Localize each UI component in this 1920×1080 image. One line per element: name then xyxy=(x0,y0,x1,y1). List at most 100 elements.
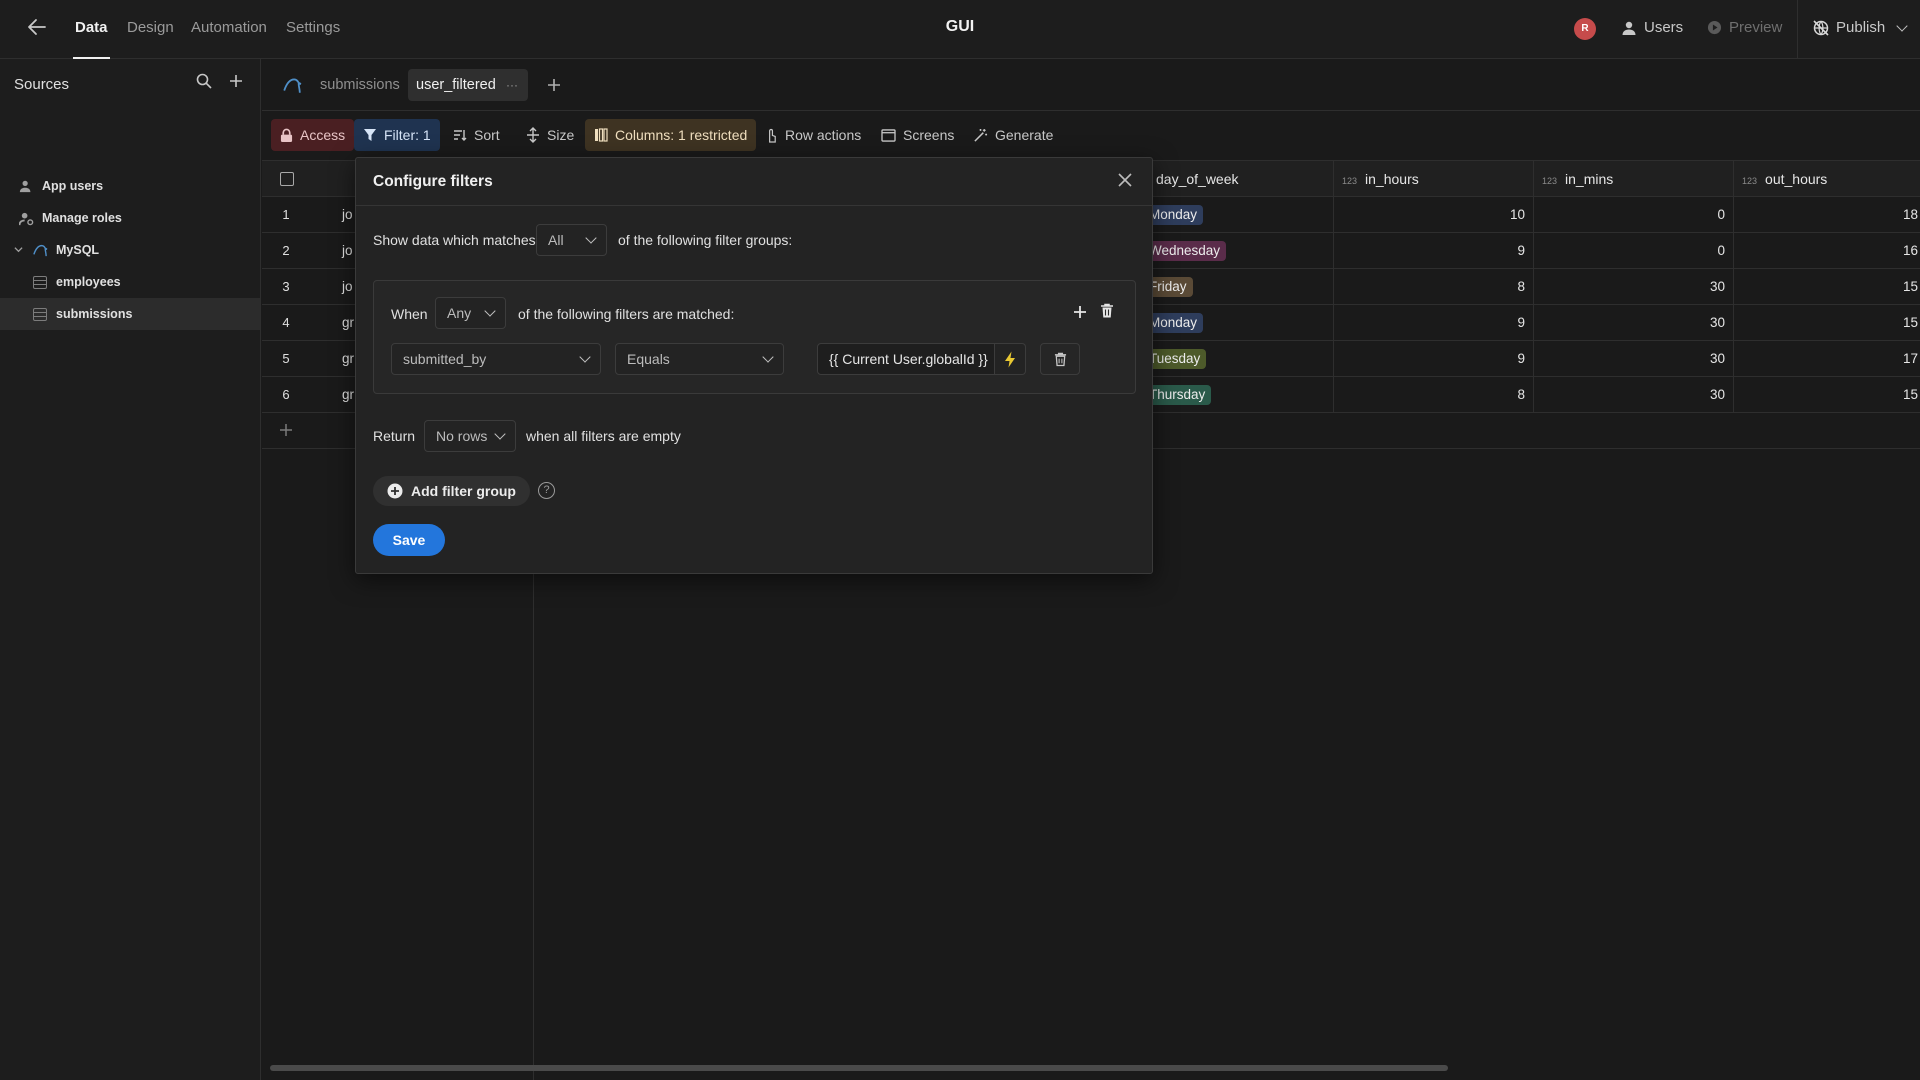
show-data-suffix: of the following filter groups: xyxy=(618,232,793,248)
nav-tab-settings[interactable]: Settings xyxy=(286,19,340,36)
column-header-out-hours[interactable]: 123 out_hours xyxy=(1733,161,1920,197)
column-header-in-hours[interactable]: 123 in_hours xyxy=(1333,161,1533,197)
sidebar-item-label: submissions xyxy=(56,307,133,321)
users-button[interactable]: Users xyxy=(1621,19,1683,36)
column-header-label: out_hours xyxy=(1765,171,1828,187)
in-mins-cell[interactable]: 30 xyxy=(1533,387,1725,402)
access-button[interactable]: Access xyxy=(271,119,355,151)
save-button[interactable]: Save xyxy=(373,524,445,556)
avatar[interactable]: R xyxy=(1574,18,1596,40)
table-cell[interactable]: gr xyxy=(342,351,354,366)
sidebar-item-employees[interactable]: employees xyxy=(0,266,260,298)
screens-label: Screens xyxy=(903,127,955,143)
chevron-down-icon[interactable] xyxy=(14,243,24,257)
sidebar-item-app-users[interactable]: App users xyxy=(0,170,260,202)
filter-label: Filter: 1 xyxy=(384,127,431,143)
in-mins-cell[interactable]: 0 xyxy=(1533,243,1725,258)
add-tab-plus-icon[interactable] xyxy=(546,77,562,96)
day-of-week-pill[interactable]: Thursday xyxy=(1143,385,1212,405)
column-divider xyxy=(1733,161,1734,413)
in-mins-cell[interactable]: 30 xyxy=(1533,279,1725,294)
plus-circle-icon xyxy=(387,483,403,499)
add-row-plus-icon[interactable] xyxy=(279,423,293,440)
return-suffix: when all filters are empty xyxy=(526,428,681,444)
in-hours-cell[interactable]: 9 xyxy=(1333,351,1525,366)
add-filter-plus-icon[interactable] xyxy=(1073,305,1087,322)
match-any-select[interactable]: Any xyxy=(435,297,506,329)
tab-user-filtered[interactable]: user_filtered ··· xyxy=(408,69,528,101)
select-value: Any xyxy=(447,305,472,321)
in-hours-cell[interactable]: 8 xyxy=(1333,279,1525,294)
nav-tab-automation[interactable]: Automation xyxy=(191,19,267,36)
column-header-day-of-week[interactable]: day_of_week xyxy=(1143,161,1343,197)
out-hours-cell[interactable]: 17 xyxy=(1733,351,1918,366)
select-all-checkbox[interactable] xyxy=(280,172,294,186)
sort-button[interactable]: Sort xyxy=(444,119,509,151)
preview-button[interactable]: Preview xyxy=(1707,19,1782,36)
table-cell[interactable]: jo xyxy=(342,243,353,258)
plus-icon[interactable] xyxy=(228,73,244,89)
sidebar-title: Sources xyxy=(14,76,70,93)
return-select[interactable]: No rows xyxy=(424,420,516,452)
delete-group-trash-icon[interactable] xyxy=(1100,303,1114,322)
play-circle-icon xyxy=(1707,20,1722,35)
out-hours-cell[interactable]: 15 xyxy=(1733,387,1918,402)
generate-button[interactable]: Generate xyxy=(964,119,1062,151)
in-mins-cell[interactable]: 30 xyxy=(1533,315,1725,330)
when-suffix: of the following filters are matched: xyxy=(518,306,735,322)
back-arrow-icon[interactable] xyxy=(26,16,50,42)
tab-label: user_filtered xyxy=(416,77,496,93)
table-cell[interactable]: gr xyxy=(342,315,354,330)
horizontal-scrollbar[interactable] xyxy=(270,1065,1448,1071)
out-hours-cell[interactable]: 16 xyxy=(1733,243,1918,258)
sidebar: Sources App users Manage roles MySQL emp… xyxy=(0,59,261,1080)
help-icon[interactable]: ? xyxy=(538,482,555,499)
more-icon[interactable]: ··· xyxy=(506,69,518,101)
operator-select[interactable]: Equals xyxy=(615,343,784,375)
select-value: submitted_by xyxy=(403,351,487,367)
close-icon[interactable] xyxy=(1114,170,1136,192)
table-cell[interactable]: jo xyxy=(342,279,353,294)
in-hours-cell[interactable]: 10 xyxy=(1333,207,1525,222)
in-mins-cell[interactable]: 0 xyxy=(1533,207,1725,222)
row-actions-button[interactable]: Row actions xyxy=(756,119,870,151)
search-icon[interactable] xyxy=(196,73,212,89)
in-mins-cell[interactable]: 30 xyxy=(1533,351,1725,366)
size-label: Size xyxy=(547,127,575,143)
tab-submissions[interactable]: submissions xyxy=(312,69,408,101)
in-hours-cell[interactable]: 9 xyxy=(1333,243,1525,258)
binding-button[interactable] xyxy=(995,343,1026,375)
match-all-select[interactable]: All xyxy=(536,224,607,256)
table-cell[interactable]: gr xyxy=(342,387,354,402)
column-header-label: day_of_week xyxy=(1156,171,1239,187)
publish-button[interactable]: Publish xyxy=(1813,19,1908,36)
out-hours-cell[interactable]: 18 xyxy=(1733,207,1918,222)
table-cell[interactable]: jo xyxy=(342,207,353,222)
field-select[interactable]: submitted_by xyxy=(391,343,601,375)
day-of-week-pill[interactable]: Wednesday xyxy=(1143,241,1227,261)
nav-tab-data[interactable]: Data xyxy=(73,19,110,59)
out-hours-cell[interactable]: 15 xyxy=(1733,315,1918,330)
chevron-down-icon xyxy=(484,305,496,317)
nav-tab-design[interactable]: Design xyxy=(127,19,174,36)
add-filter-group-button[interactable]: Add filter group xyxy=(373,476,530,506)
pointer-icon xyxy=(769,128,776,143)
out-hours-cell[interactable]: 15 xyxy=(1733,279,1918,294)
row-number: 3 xyxy=(282,279,290,294)
magic-wand-icon xyxy=(974,128,988,142)
filter-button[interactable]: Filter: 1 xyxy=(354,119,440,151)
row-actions-label: Row actions xyxy=(785,127,862,143)
sidebar-item-mysql[interactable]: MySQL xyxy=(0,234,260,266)
in-hours-cell[interactable]: 8 xyxy=(1333,387,1525,402)
sidebar-item-submissions[interactable]: submissions xyxy=(0,298,260,330)
columns-button[interactable]: Columns: 1 restricted xyxy=(585,119,757,151)
in-hours-cell[interactable]: 9 xyxy=(1333,315,1525,330)
size-button[interactable]: Size xyxy=(517,119,583,151)
column-header-in-mins[interactable]: 123 in_mins xyxy=(1533,161,1733,197)
filter-value-input[interactable]: {{ Current User.globalId }} xyxy=(817,343,995,375)
delete-filter-button[interactable] xyxy=(1040,343,1080,375)
sort-icon xyxy=(454,130,467,141)
sidebar-item-manage-roles[interactable]: Manage roles xyxy=(0,202,260,234)
table-tab-bar: submissions user_filtered ··· xyxy=(262,59,1920,111)
screens-button[interactable]: Screens xyxy=(872,119,963,151)
